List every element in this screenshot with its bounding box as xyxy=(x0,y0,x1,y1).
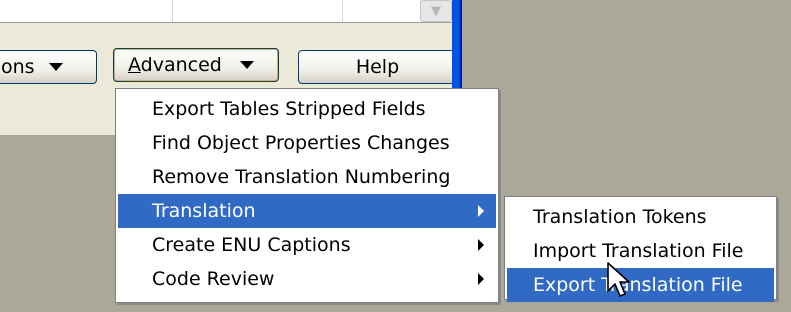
menu-item-translation-tokens[interactable]: Translation Tokens xyxy=(507,200,774,234)
advanced-dropdown-button[interactable]: Advanced xyxy=(113,48,279,82)
advanced-label-rest: dvanced xyxy=(140,54,222,76)
menu-item-label: Import Translation File xyxy=(533,240,744,262)
menu-item-label: Translation Tokens xyxy=(533,206,707,228)
menu-item-code-review[interactable]: Code Review xyxy=(118,262,496,296)
menu-item-label: Create ENU Captions xyxy=(152,234,351,256)
help-button[interactable]: Help xyxy=(298,50,457,84)
menu-item-export-tables-stripped-fields[interactable]: Export Tables Stripped Fields xyxy=(118,92,496,126)
translation-submenu: Translation Tokens Import Translation Fi… xyxy=(504,196,777,302)
grid-dropdown-button[interactable]: ▼ xyxy=(420,0,452,22)
menu-item-label: Translation xyxy=(152,200,256,222)
menu-item-remove-translation-numbering[interactable]: Remove Translation Numbering xyxy=(118,160,496,194)
help-button-label: Help xyxy=(355,56,400,78)
chevron-down-icon xyxy=(239,61,254,69)
options-dropdown-button[interactable]: ons xyxy=(0,50,97,84)
advanced-accelerator-key: A xyxy=(128,54,141,76)
menu-item-label: Find Object Properties Changes xyxy=(152,132,450,154)
advanced-button-label: Advanced xyxy=(128,54,222,76)
grid-cell-separator xyxy=(172,0,173,22)
menu-item-label: Code Review xyxy=(152,268,275,290)
menu-item-translation[interactable]: Translation xyxy=(118,194,496,228)
options-button-label: ons xyxy=(1,56,35,78)
chevron-down-icon: ▼ xyxy=(431,3,441,19)
chevron-right-icon xyxy=(478,239,484,251)
menu-item-import-translation-file[interactable]: Import Translation File xyxy=(507,234,774,268)
menu-item-export-translation-file[interactable]: Export Translation File xyxy=(507,268,774,302)
chevron-down-icon xyxy=(48,63,63,71)
menu-item-create-enu-captions[interactable]: Create ENU Captions xyxy=(118,228,496,262)
menu-item-label: Export Tables Stripped Fields xyxy=(152,98,426,120)
menu-item-find-object-properties-changes[interactable]: Find Object Properties Changes xyxy=(118,126,496,160)
arrow-cursor-icon xyxy=(607,262,630,297)
chevron-right-icon xyxy=(478,205,484,217)
menu-item-label: Export Translation File xyxy=(533,274,743,296)
table-grid: ▼ xyxy=(0,0,452,23)
advanced-menu: Export Tables Stripped Fields Find Objec… xyxy=(115,88,499,303)
grid-cell-separator xyxy=(342,0,343,22)
menu-item-label: Remove Translation Numbering xyxy=(152,166,451,188)
chevron-right-icon xyxy=(478,273,484,285)
